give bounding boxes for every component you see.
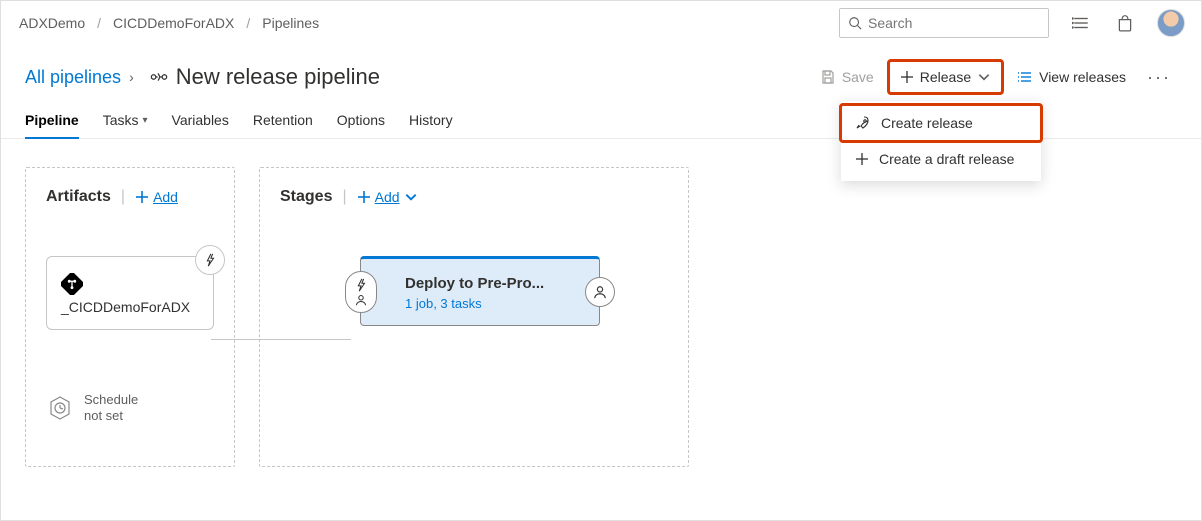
search-input[interactable] (862, 15, 1040, 31)
all-pipelines-link[interactable]: All pipelines (25, 67, 121, 88)
release-dropdown: Create release Create a draft release (841, 101, 1041, 181)
tab-retention[interactable]: Retention (253, 103, 313, 139)
search-icon (848, 16, 862, 30)
breadcrumb-separator: / (97, 15, 101, 31)
release-label: Release (920, 69, 971, 85)
schedule-label: not set (84, 408, 138, 424)
avatar[interactable] (1157, 9, 1185, 37)
person-icon (355, 294, 367, 306)
save-icon (820, 69, 836, 85)
add-label: Add (375, 189, 400, 205)
release-button[interactable]: Release (889, 61, 1002, 93)
tab-options[interactable]: Options (337, 103, 385, 139)
add-stage-button[interactable]: Add (357, 189, 418, 205)
chevron-right-icon: › (129, 69, 134, 85)
breadcrumb: ADXDemo / CICDDemoForADX / Pipelines (17, 11, 321, 35)
menu-item-create-release[interactable]: Create release (841, 105, 1041, 141)
menu-item-label: Create a draft release (879, 151, 1014, 167)
tab-history[interactable]: History (409, 103, 453, 139)
breadcrumb-item-project[interactable]: ADXDemo (17, 11, 87, 35)
breadcrumb-item-repo[interactable]: CICDDemoForADX (111, 11, 236, 35)
save-label: Save (842, 69, 874, 85)
plus-icon (855, 152, 869, 166)
list-icon (1017, 69, 1033, 85)
stages-title: Stages (280, 188, 332, 206)
breadcrumb-item-pipelines[interactable]: Pipelines (260, 11, 321, 35)
artifacts-panel: Artifacts | Add _C (25, 167, 235, 467)
lightning-icon (355, 278, 367, 292)
post-deploy-conditions-button[interactable] (585, 277, 615, 307)
git-icon (61, 273, 199, 295)
stage-card[interactable]: Deploy to Pre-Pro... 1 job, 3 tasks (360, 256, 600, 326)
view-releases-button[interactable]: View releases (1006, 61, 1137, 93)
lightning-icon (203, 253, 217, 267)
pre-deploy-conditions-button[interactable] (345, 271, 377, 313)
trigger-button[interactable] (195, 245, 225, 275)
add-label: Add (153, 189, 178, 205)
view-releases-label: View releases (1039, 69, 1126, 85)
artifact-name: _CICDDemoForADX (61, 299, 199, 315)
schedule-row[interactable]: Schedule not set (46, 392, 214, 423)
chevron-down-icon (977, 70, 991, 84)
menu-item-label: Create release (881, 115, 973, 131)
shopping-bag-icon[interactable] (1113, 11, 1137, 35)
chevron-down-icon: ▾ (142, 115, 147, 126)
artifacts-title: Artifacts (46, 188, 111, 206)
schedule-label: Schedule (84, 392, 138, 408)
tab-tasks[interactable]: Tasks ▾ (103, 103, 148, 139)
tab-label: Tasks (103, 112, 139, 128)
page-title: New release pipeline (176, 64, 380, 90)
plus-icon (900, 70, 914, 84)
search-box[interactable] (839, 8, 1049, 38)
stage-subtitle[interactable]: 1 job, 3 tasks (405, 296, 555, 311)
save-button[interactable]: Save (809, 61, 885, 93)
list-view-icon[interactable] (1069, 11, 1093, 35)
breadcrumb-separator: / (246, 15, 250, 31)
tab-variables[interactable]: Variables (172, 103, 229, 139)
more-actions-button[interactable]: ··· (1141, 67, 1177, 88)
person-icon (593, 285, 607, 299)
add-artifact-button[interactable]: Add (135, 189, 178, 205)
plus-icon (135, 190, 149, 204)
menu-item-create-draft-release[interactable]: Create a draft release (841, 141, 1041, 177)
clock-icon (46, 394, 74, 422)
pipeline-icon (150, 68, 168, 86)
chevron-down-icon (404, 190, 418, 204)
artifact-card[interactable]: _CICDDemoForADX (46, 256, 214, 330)
plus-icon (357, 190, 371, 204)
stage-title: Deploy to Pre-Pro... (405, 275, 555, 292)
stages-panel: Stages | Add (259, 167, 689, 467)
tab-pipeline[interactable]: Pipeline (25, 103, 79, 139)
rocket-icon (855, 115, 871, 131)
